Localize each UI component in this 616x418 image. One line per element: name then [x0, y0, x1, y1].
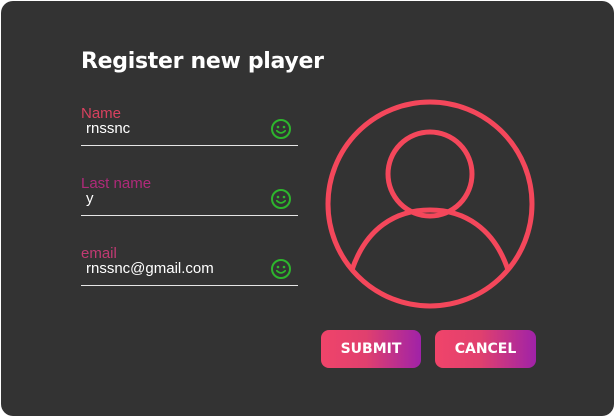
smiley-icon — [271, 259, 291, 279]
name-input[interactable] — [86, 120, 266, 138]
page-title: Register new player — [81, 49, 324, 74]
last-name-field[interactable]: Last name — [81, 175, 298, 216]
cancel-button[interactable]: CANCEL — [435, 330, 536, 368]
user-avatar-icon — [325, 99, 535, 309]
submit-button[interactable]: SUBMIT — [321, 330, 421, 368]
email-field[interactable]: email — [81, 245, 298, 286]
register-card: Register new player Name Last name email — [1, 1, 614, 416]
last-name-input[interactable] — [86, 190, 266, 208]
email-input[interactable] — [86, 260, 266, 278]
smiley-icon — [271, 189, 291, 209]
smiley-icon — [271, 119, 291, 139]
name-field[interactable]: Name — [81, 105, 298, 146]
